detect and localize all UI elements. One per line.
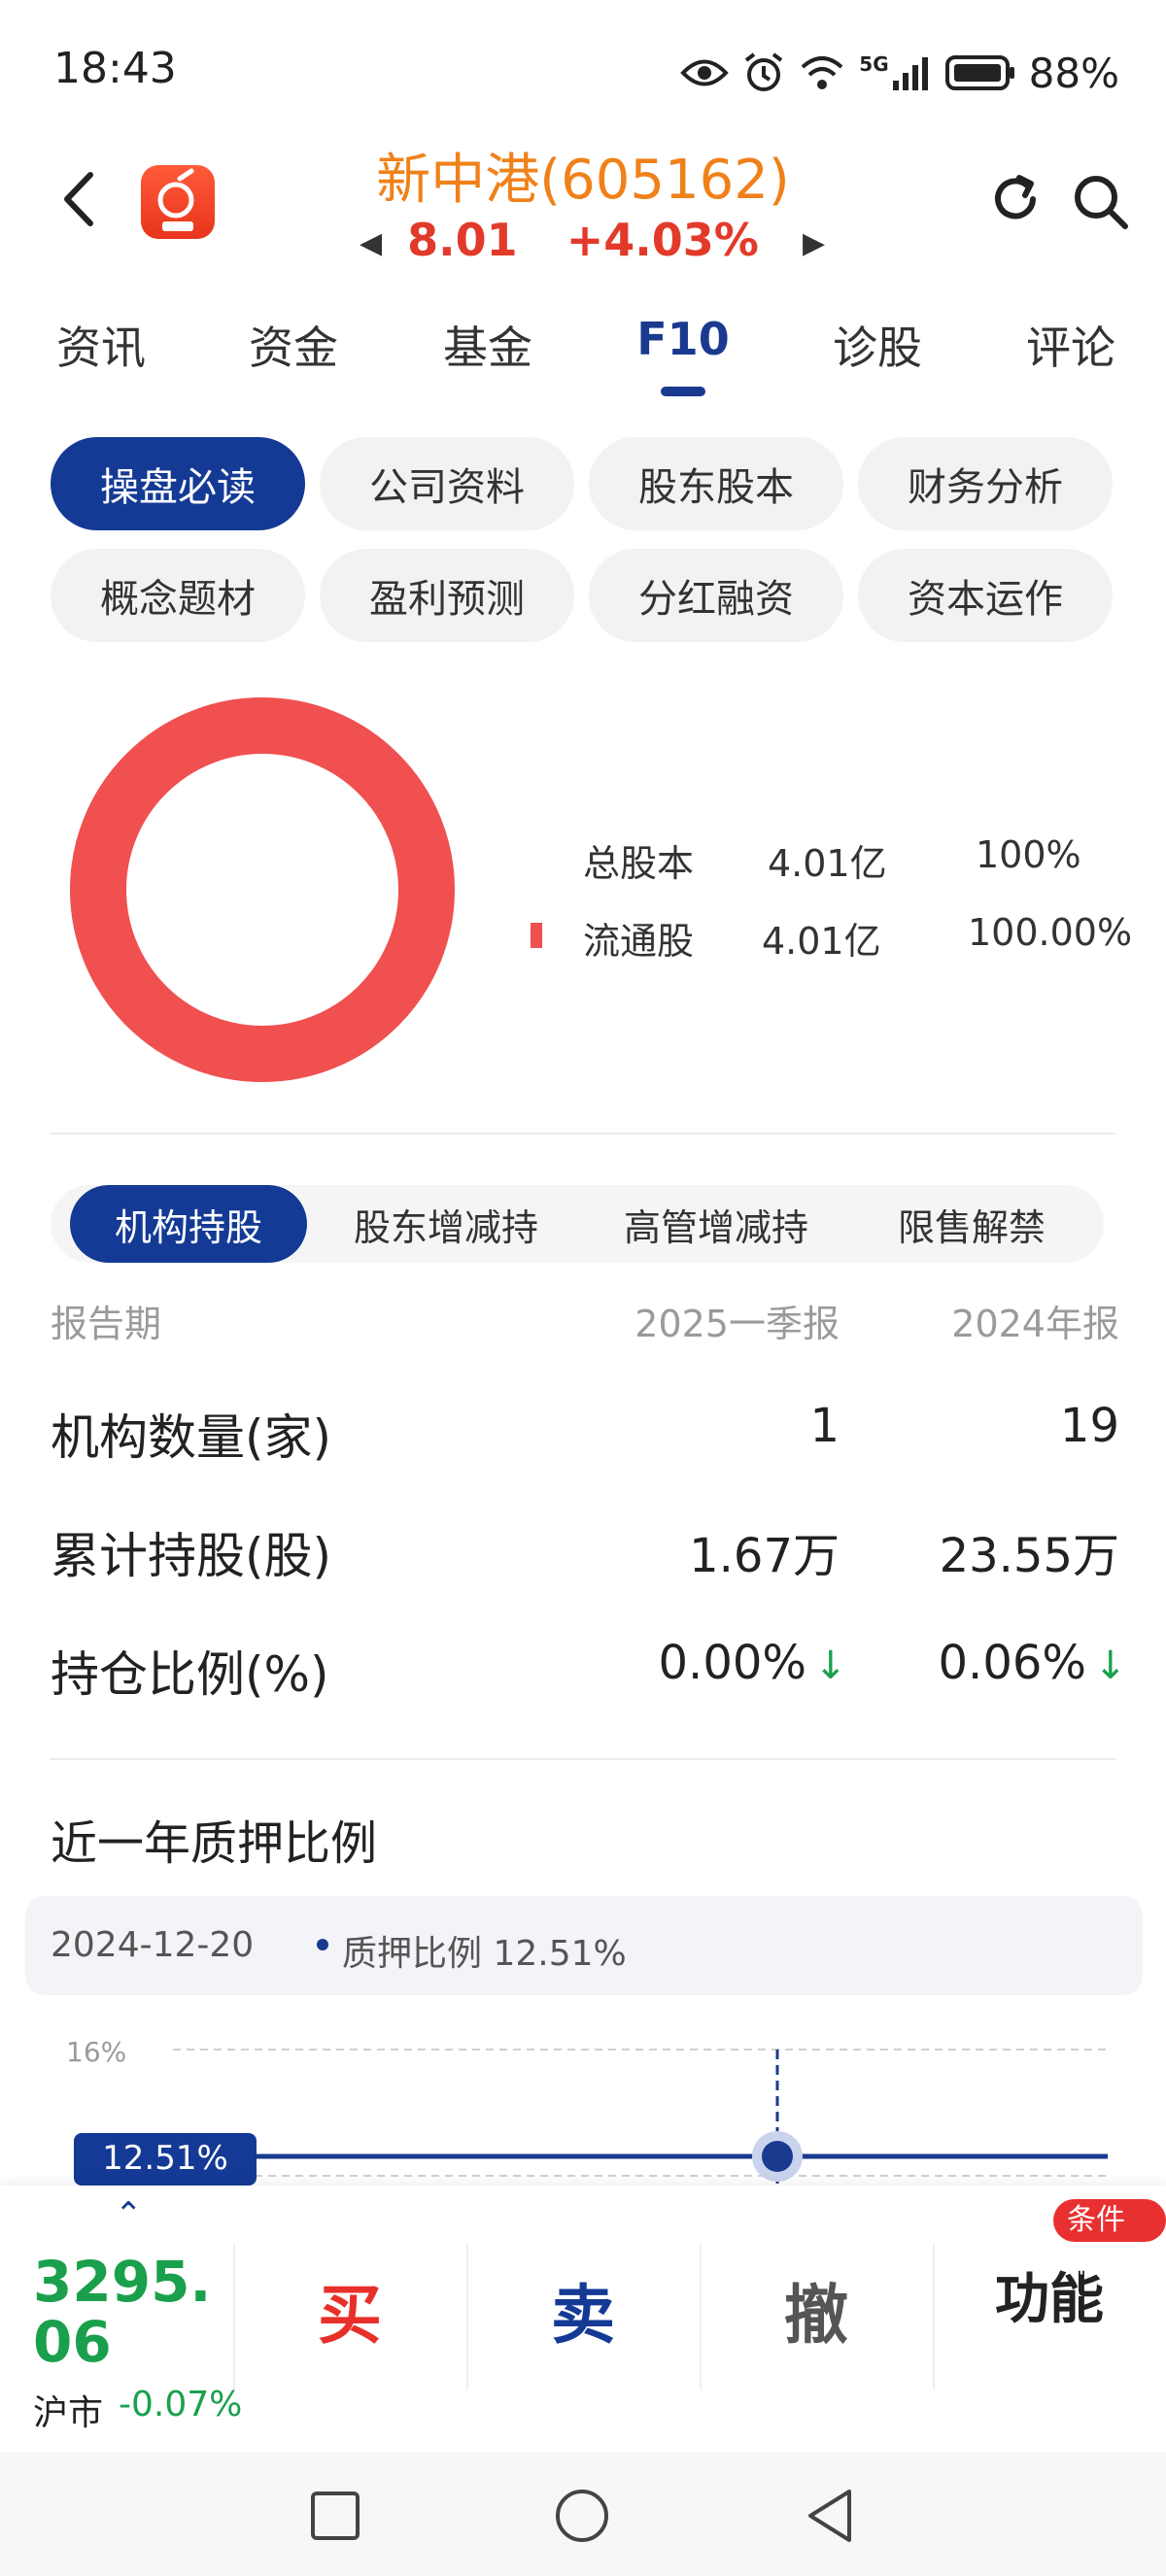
cell-institution-count-annual: 19 (1059, 1399, 1119, 1453)
stock-price: 8.01 (407, 214, 518, 266)
recent-apps-icon[interactable] (309, 2490, 361, 2542)
stock-change: +4.03% (566, 214, 759, 266)
pill-capital-operations[interactable]: 资本运作 (858, 549, 1113, 642)
legend-total-label: 总股本 (583, 842, 695, 885)
search-button[interactable] (1069, 170, 1131, 232)
series-dot-icon (317, 1939, 328, 1950)
cell-total-holding-annual: 23.55万 (939, 1529, 1119, 1583)
tab-f10[interactable]: F10 (605, 313, 761, 365)
app-logo (141, 165, 215, 239)
separator (700, 2244, 702, 2390)
donut-ring-circulating (70, 697, 455, 1082)
status-icons: 5G 88% (680, 44, 1119, 102)
pledge-tooltip: 2024-12-20 质押比例 12.51% (25, 1896, 1143, 1995)
separator (933, 2244, 935, 2390)
active-tab-indicator (661, 387, 705, 396)
refresh-icon (995, 175, 1036, 220)
separator (466, 2244, 468, 2390)
system-nav-bar (0, 2453, 1166, 2576)
section-divider (51, 1758, 1115, 1760)
tab-lockup-expiry[interactable]: 限售解禁 (855, 1185, 1088, 1263)
status-time: 18:43 (53, 44, 177, 93)
wifi-icon (801, 56, 843, 89)
legend-circulating-amount: 4.01亿 (762, 920, 881, 963)
tab-fund[interactable]: 基金 (410, 313, 566, 377)
index-change: -0.07% (119, 2385, 243, 2424)
buy-button[interactable]: 买 (253, 2263, 447, 2356)
pill-earnings-forecast[interactable]: 盈利预测 (320, 549, 574, 642)
pledge-line-chart[interactable]: 16% 12.51% (0, 2020, 1166, 2186)
chevron-left-icon (64, 172, 93, 226)
index-value[interactable]: 3295.06 (33, 2252, 237, 2372)
pill-company-info[interactable]: 公司资料 (320, 437, 574, 530)
row-label-institution-count: 机构数量(家) (51, 1409, 332, 1466)
pill-concepts[interactable]: 概念题材 (51, 549, 305, 642)
search-icon (1075, 176, 1128, 229)
stock-title[interactable]: 新中港(605162) (292, 136, 874, 215)
trade-bar: ⌃ 3295.06 沪市 -0.07% 买 卖 撤 功能 条件单 (0, 2186, 1166, 2453)
cell-total-holding-q1: 1.67万 (689, 1529, 840, 1583)
stock-quote: 8.01 +4.03% (292, 214, 874, 266)
table-header-period: 报告期 (51, 1303, 162, 1345)
status-bar: 18:43 5G 88% (0, 0, 1166, 146)
back-nav-icon[interactable] (805, 2488, 855, 2544)
current-value-label: 12.51% (102, 2139, 228, 2178)
refresh-button[interactable] (986, 170, 1045, 228)
expand-caret-icon[interactable]: ⌃ (115, 2195, 143, 2234)
pill-trading-essentials[interactable]: 操盘必读 (51, 437, 305, 530)
down-arrow-icon: ↓ (814, 1644, 847, 1688)
row-label-total-holding: 累计持股(股) (51, 1528, 332, 1584)
cancel-order-button[interactable]: 撤 (719, 2263, 913, 2356)
tab-news[interactable]: 资讯 (23, 313, 179, 377)
table-header-col1: 2025一季报 (634, 1303, 840, 1345)
separator (233, 2244, 235, 2390)
tab-executive-changes[interactable]: 高管增减持 (585, 1185, 847, 1263)
tab-shareholder-changes[interactable]: 股东增减持 (315, 1185, 577, 1263)
pledge-section-title: 近一年质押比例 (51, 1816, 378, 1871)
pill-financial-analysis[interactable]: 财务分析 (858, 437, 1113, 530)
home-icon[interactable] (554, 2488, 610, 2544)
legend-marker-circulating (531, 923, 542, 948)
back-button[interactable] (53, 165, 112, 233)
row-label-position-ratio: 持仓比例(%) (51, 1646, 329, 1703)
pill-share-capital[interactable]: 股东股本 (589, 437, 843, 530)
conditional-order-badge[interactable]: 条件单 (1053, 2199, 1166, 2280)
legend-total-ratio: 100% (976, 833, 1081, 876)
pledge-series-value: 质押比例 12.51% (342, 1934, 627, 1974)
sell-button[interactable]: 卖 (486, 2263, 680, 2356)
legend-total-amount: 4.01亿 (768, 842, 887, 885)
pill-dividends-financing[interactable]: 分红融资 (589, 549, 843, 642)
highlight-point (762, 2141, 793, 2172)
index-name: 沪市 (33, 2393, 104, 2433)
holding-tabs: 机构持股 股东增减持 高管增减持 限售解禁 (51, 1185, 1104, 1263)
signal-icon (892, 57, 928, 90)
network-label: 5G (859, 52, 889, 76)
cell-institution-count-q1: 1 (809, 1399, 840, 1453)
legend-circulating-label: 流通股 (583, 920, 695, 963)
y-tick-16: 16% (66, 2036, 126, 2068)
eye-icon (680, 59, 730, 86)
cell-position-ratio-q1: 0.00% (658, 1636, 806, 1690)
legend-circulating-ratio: 100.00% (968, 911, 1133, 954)
next-stock-button[interactable]: ▶ (803, 226, 825, 260)
table-header-col2: 2024年报 (951, 1303, 1119, 1345)
cell-position-ratio-annual: 0.06% (938, 1636, 1086, 1690)
tab-comments[interactable]: 评论 (993, 313, 1149, 377)
tab-institutional-holdings[interactable]: 机构持股 (70, 1185, 307, 1263)
function-button[interactable]: 功能 (952, 2255, 1147, 2334)
main-tabs: 资讯 资金 基金 F10 诊股 评论 (0, 291, 1166, 398)
tab-diagnosis[interactable]: 诊股 (800, 313, 955, 377)
alarm-icon (745, 52, 783, 91)
section-divider (51, 1133, 1115, 1135)
battery-icon (944, 55, 1014, 90)
battery-level: 88% (1028, 49, 1119, 97)
tab-capital[interactable]: 资金 (216, 313, 371, 377)
share-donut-chart (70, 697, 455, 1082)
app-logo-icon (157, 168, 194, 231)
pledge-date: 2024-12-20 (51, 1925, 255, 1965)
down-arrow-icon: ↓ (1094, 1644, 1127, 1688)
